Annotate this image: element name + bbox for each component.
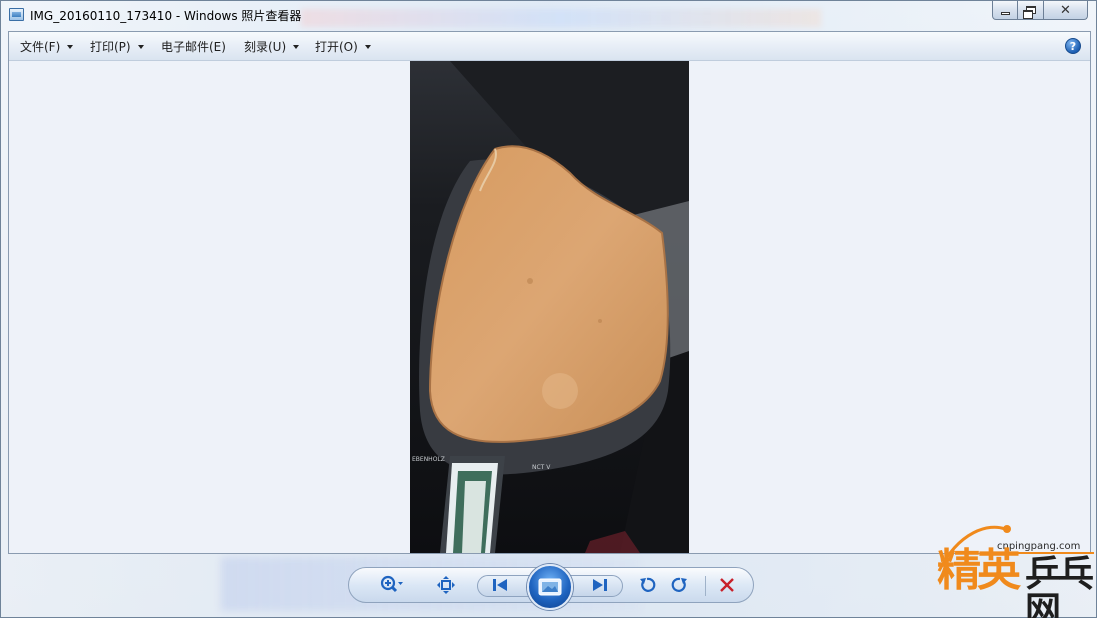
cnpingpang-watermark: cnpingpang.com 精英 乒乓网 xyxy=(919,521,1097,618)
minimize-icon xyxy=(1000,11,1010,15)
next-button[interactable] xyxy=(585,571,615,599)
previous-icon xyxy=(493,579,507,591)
window-controls: ✕ xyxy=(992,1,1088,21)
restore-button[interactable] xyxy=(1018,1,1044,20)
chevron-down-icon xyxy=(364,45,371,49)
menu-open[interactable]: 打开(O) xyxy=(315,32,371,61)
previous-button[interactable] xyxy=(485,571,515,599)
delete-icon xyxy=(720,578,734,592)
close-icon: ✕ xyxy=(1060,2,1071,18)
photo-viewer-app-icon[interactable] xyxy=(9,8,24,21)
menu-email[interactable]: 电子邮件(E) xyxy=(161,32,226,61)
chevron-down-icon xyxy=(67,45,74,49)
blade-label-right: NCT V xyxy=(532,464,551,471)
window-title: IMG_20160110_173410 - Windows 照片查看器 xyxy=(30,9,302,23)
next-icon xyxy=(593,579,607,591)
menu-file-label: 文件(F) xyxy=(20,40,61,54)
rotate-ccw-icon xyxy=(640,577,656,592)
photo-toolbar xyxy=(348,564,754,610)
image-viewport[interactable]: EBENHOLZ NCT V xyxy=(9,61,1090,553)
help-icon: ? xyxy=(1069,39,1077,53)
paddle-photo-illustration: EBENHOLZ NCT V xyxy=(410,61,689,553)
title-bar[interactable]: IMG_20160110_173410 - Windows 照片查看器 ✕ xyxy=(1,1,1097,29)
menu-bar: 文件(F) 打印(P) 电子邮件(E) 刻录(U) 打开(O) ? xyxy=(9,32,1090,61)
chevron-down-icon xyxy=(293,45,300,49)
watermark-brand-black: 乒乓网 xyxy=(1025,554,1094,618)
watermark-brand-orange: 精英 xyxy=(937,545,1021,596)
menu-burn[interactable]: 刻录(U) xyxy=(244,32,300,61)
delete-button[interactable] xyxy=(713,571,741,599)
rotate-counterclockwise-button[interactable] xyxy=(633,571,661,599)
close-button[interactable]: ✕ xyxy=(1044,1,1088,20)
toolbar-separator xyxy=(705,576,706,596)
menu-print-label: 打印(P) xyxy=(90,40,131,54)
window-frame: IMG_20160110_173410 - Windows 照片查看器 ✕ 文件… xyxy=(0,0,1097,618)
restore-icon xyxy=(1022,6,1036,19)
actual-size-icon xyxy=(437,576,455,594)
menu-print[interactable]: 打印(P) xyxy=(90,32,144,61)
menu-file[interactable]: 文件(F) xyxy=(20,32,74,61)
slideshow-button[interactable] xyxy=(527,564,573,610)
minimize-button[interactable] xyxy=(992,1,1018,20)
rotate-cw-icon xyxy=(671,577,687,592)
blade-label-left: EBENHOLZ xyxy=(412,456,445,463)
slideshow-icon xyxy=(538,578,562,596)
rotate-clockwise-button[interactable] xyxy=(666,571,694,599)
actual-size-button[interactable] xyxy=(431,571,461,599)
photo-image[interactable]: EBENHOLZ NCT V xyxy=(410,61,689,553)
zoom-button[interactable] xyxy=(375,571,409,599)
menu-open-label: 打开(O) xyxy=(315,40,358,54)
help-button[interactable]: ? xyxy=(1065,38,1081,54)
menu-email-label: 电子邮件(E) xyxy=(161,40,226,54)
menu-burn-label: 刻录(U) xyxy=(244,40,287,54)
chevron-down-icon xyxy=(137,45,144,49)
viewer-client-area: 文件(F) 打印(P) 电子邮件(E) 刻录(U) 打开(O) ? EBENHO… xyxy=(8,31,1091,554)
zoom-icon xyxy=(380,575,403,593)
